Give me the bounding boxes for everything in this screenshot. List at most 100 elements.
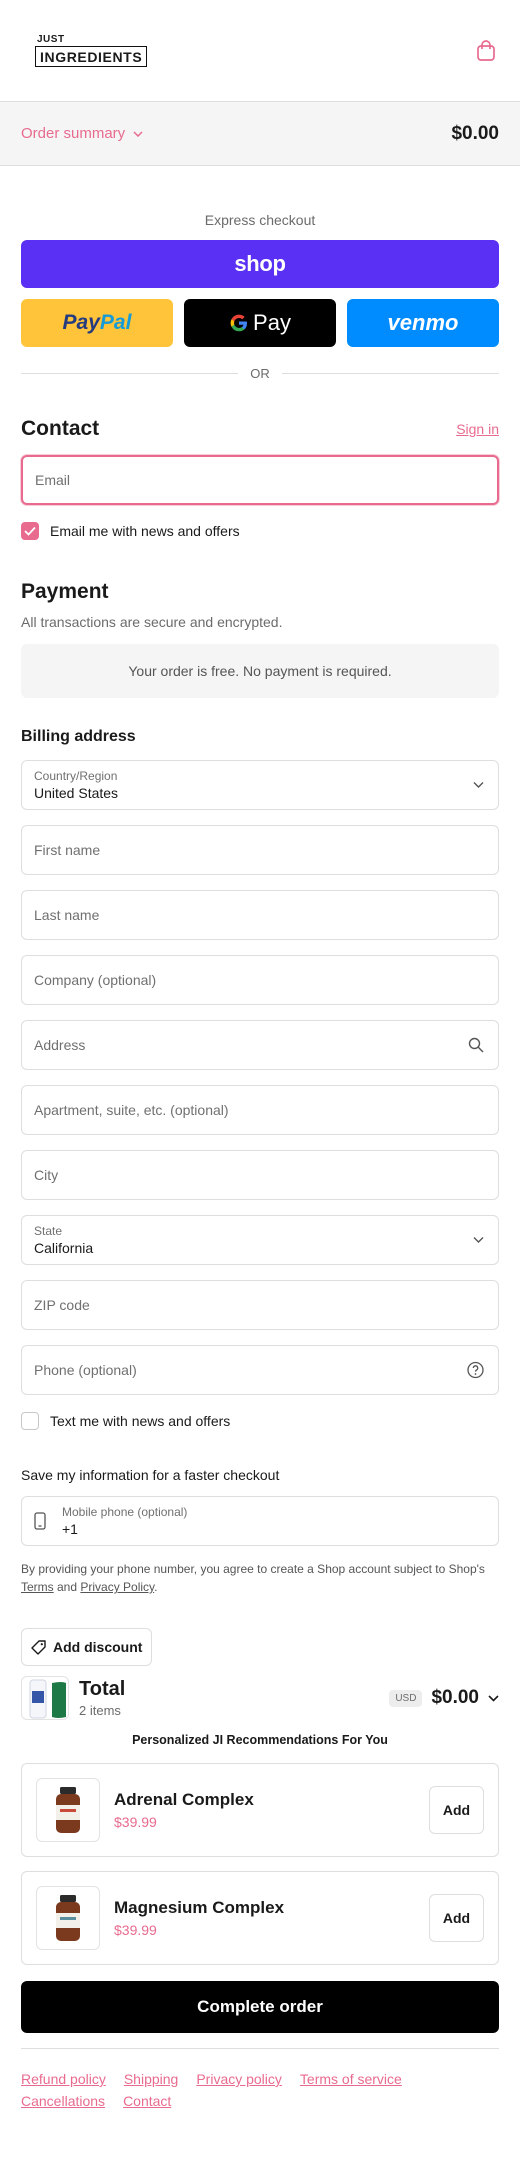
contact-title: Contact xyxy=(21,417,100,440)
mobile-phone-value: +1 xyxy=(62,1521,78,1537)
cart-product-thumbnail xyxy=(21,1676,69,1720)
checkout-main: Express checkout shop Pay Pal Pay venmo O… xyxy=(0,212,520,2109)
email-news-label: Email me with news and offers xyxy=(50,523,240,539)
chevron-down-icon xyxy=(488,1694,499,1702)
or-divider: OR xyxy=(21,366,499,381)
checkmark-icon xyxy=(24,526,36,536)
email-news-checkbox[interactable] xyxy=(21,522,39,540)
text-news-checkbox[interactable] xyxy=(21,1412,39,1430)
address-placeholder: Address xyxy=(34,1037,86,1053)
paypal-label-part2: Pal xyxy=(99,311,132,334)
zip-placeholder: ZIP code xyxy=(34,1297,90,1313)
header: JUST INGREDIENTS xyxy=(0,0,520,102)
text-news-row: Text me with news and offers xyxy=(21,1412,499,1430)
privacy-policy-link[interactable]: Privacy Policy xyxy=(80,1580,154,1594)
billing-fields: Country/Region United States First name … xyxy=(21,760,499,1395)
privacy-policy-footer-link[interactable]: Privacy policy xyxy=(196,2071,282,2087)
email-news-row: Email me with news and offers xyxy=(21,522,499,540)
refund-policy-link[interactable]: Refund policy xyxy=(21,2071,106,2087)
first-name-placeholder: First name xyxy=(34,842,101,858)
items-count: 2 items xyxy=(79,1703,121,1718)
or-label: OR xyxy=(250,366,270,381)
city-field[interactable]: City xyxy=(21,1150,499,1200)
save-info-title: Save my information for a faster checkou… xyxy=(21,1467,280,1483)
phone-field[interactable]: Phone (optional) xyxy=(21,1345,499,1395)
product-price: $39.99 xyxy=(114,1922,157,1938)
add-product-button[interactable]: Add xyxy=(429,1894,484,1942)
terms-link[interactable]: Terms xyxy=(21,1580,54,1594)
mobile-phone-content: Mobile phone (optional) +1 xyxy=(62,1505,187,1537)
shopping-bag-icon[interactable] xyxy=(473,38,499,64)
order-summary-label: Order summary xyxy=(21,125,126,142)
product-name: Adrenal Complex xyxy=(114,1790,254,1809)
order-summary-toggle[interactable]: Order summary xyxy=(21,125,143,142)
apartment-field[interactable]: Apartment, suite, etc. (optional) xyxy=(21,1085,499,1135)
currency-badge: USD xyxy=(389,1689,423,1707)
payment-title: Payment xyxy=(21,580,109,603)
product-name: Magnesium Complex xyxy=(114,1898,285,1917)
google-pay-button[interactable]: Pay xyxy=(184,299,336,347)
footer-links: Refund policy Shipping Privacy policy Te… xyxy=(21,2071,499,2109)
wallet-buttons: Pay Pal Pay venmo xyxy=(21,299,499,347)
state-label: State xyxy=(34,1224,63,1238)
add-discount-label: Add discount xyxy=(53,1639,143,1655)
state-select[interactable]: State California xyxy=(21,1215,499,1265)
order-summary-bar: Order summary $0.00 xyxy=(0,102,520,166)
shipping-link[interactable]: Shipping xyxy=(124,2071,179,2087)
product-info: Adrenal Complex $39.99 xyxy=(114,1790,415,1830)
shop-pay-label: shop xyxy=(234,251,286,276)
text-news-label: Text me with news and offers xyxy=(50,1413,231,1429)
add-discount-button[interactable]: Add discount xyxy=(21,1628,153,1666)
shop-terms-text: By providing your phone number, you agre… xyxy=(21,1560,499,1596)
shop-pay-button[interactable]: shop xyxy=(21,240,499,288)
divider-line-right xyxy=(281,373,499,374)
cancellations-link[interactable]: Cancellations xyxy=(21,2093,105,2109)
city-placeholder: City xyxy=(34,1167,59,1183)
payment-subtitle: All transactions are secure and encrypte… xyxy=(21,614,283,630)
complete-order-button[interactable]: Complete order xyxy=(21,1981,499,2033)
help-circle-icon[interactable] xyxy=(467,1361,484,1379)
contact-link[interactable]: Contact xyxy=(123,2093,171,2109)
zip-field[interactable]: ZIP code xyxy=(21,1280,499,1330)
add-product-button[interactable]: Add xyxy=(429,1786,484,1834)
terms-of-service-link[interactable]: Terms of service xyxy=(300,2071,402,2087)
last-name-field[interactable]: Last name xyxy=(21,890,499,940)
state-value: California xyxy=(34,1240,94,1256)
free-order-message: Your order is free. No payment is requir… xyxy=(128,663,392,679)
address-field[interactable]: Address xyxy=(21,1020,499,1070)
complete-order-label: Complete order xyxy=(197,1997,323,2016)
company-field[interactable]: Company (optional) xyxy=(21,955,499,1005)
apartment-placeholder: Apartment, suite, etc. (optional) xyxy=(34,1102,229,1118)
country-label: Country/Region xyxy=(34,769,118,783)
footer-divider xyxy=(21,2048,499,2049)
recommendation-card: Adrenal Complex $39.99 Add xyxy=(21,1763,499,1857)
search-icon[interactable] xyxy=(468,1037,484,1053)
recommendation-card: Magnesium Complex $39.99 Add xyxy=(21,1871,499,1965)
country-value: United States xyxy=(34,785,119,801)
first-name-field[interactable]: First name xyxy=(21,825,499,875)
product-image xyxy=(36,1778,100,1842)
paypal-button[interactable]: Pay Pal xyxy=(21,299,173,347)
google-g-icon xyxy=(230,314,248,332)
email-field[interactable]: Email xyxy=(21,455,499,505)
total-label: Total xyxy=(79,1678,126,1700)
sign-in-link[interactable]: Sign in xyxy=(456,421,499,437)
terms-text-and: and xyxy=(53,1580,81,1594)
google-pay-label: Pay xyxy=(253,310,291,335)
product-image xyxy=(36,1886,100,1950)
total-right: USD $0.00 xyxy=(389,1687,499,1709)
total-row[interactable]: Total 2 items USD $0.00 xyxy=(21,1676,499,1720)
phone-placeholder: Phone (optional) xyxy=(34,1362,137,1378)
just-ingredients-logo[interactable]: JUST INGREDIENTS xyxy=(35,34,148,67)
venmo-label: venmo xyxy=(387,310,459,335)
logo-line2: INGREDIENTS xyxy=(35,45,148,67)
country-select[interactable]: Country/Region United States xyxy=(21,760,499,810)
product-info: Magnesium Complex $39.99 xyxy=(114,1898,415,1938)
divider-line-left xyxy=(21,373,239,374)
mobile-phone-icon xyxy=(34,1512,46,1530)
venmo-button[interactable]: venmo xyxy=(347,299,499,347)
order-summary-total: $0.00 xyxy=(451,122,499,144)
contact-header: Contact Sign in xyxy=(21,417,499,441)
product-price: $39.99 xyxy=(114,1814,157,1830)
mobile-phone-field[interactable]: Mobile phone (optional) +1 xyxy=(21,1496,499,1546)
